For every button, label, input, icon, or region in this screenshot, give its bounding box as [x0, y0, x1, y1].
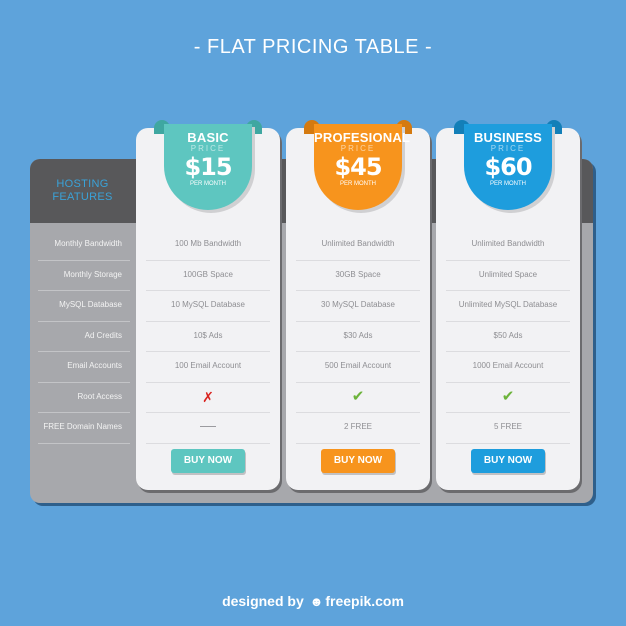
feature-value: 1000 Email Account [446, 352, 570, 383]
feature-value: $30 Ads [296, 322, 420, 352]
feature-label: Email Accounts [38, 352, 130, 383]
feature-label: Monthly Bandwidth [38, 230, 130, 261]
ribbon-body: BASIC PRICE $15 PER MONTH [164, 124, 252, 210]
features-heading-line1: HOSTING [56, 178, 109, 190]
feature-value: $50 Ads [446, 322, 570, 352]
domains-value: 2 FREE [296, 413, 420, 444]
root-access-value: ✗ [146, 383, 270, 413]
plan-price: $60 [484, 153, 532, 181]
buy-now-button[interactable]: BUY NOW [171, 449, 245, 473]
root-access-value: ✔ [446, 383, 570, 413]
feature-value: 100GB Space [146, 261, 270, 291]
feature-label: Monthly Storage [38, 261, 130, 291]
price-label: PRICE [490, 144, 526, 153]
footer-credit: designed by ☻ freepik.com [0, 593, 626, 609]
plan-name: BASIC [187, 130, 229, 145]
freepik-logo-icon: ☻ [309, 594, 324, 609]
price-label: PRICE [190, 144, 226, 153]
price-label: PRICE [340, 144, 376, 153]
feature-value: Unlimited Bandwidth [446, 230, 570, 261]
feature-value: 100 Email Account [146, 352, 270, 383]
features-heading: HOSTING FEATURES [30, 178, 135, 204]
plan-card-business: BUSINESS PRICE $60 PER MONTH Unlimited B… [436, 120, 580, 490]
price-ribbon: BUSINESS PRICE $60 PER MONTH [454, 120, 562, 218]
check-icon: ✔ [501, 387, 515, 405]
feature-value: 100 Mb Bandwidth [146, 230, 270, 261]
price-period: PER MONTH [340, 181, 376, 187]
plan-card-basic: BASIC PRICE $15 PER MONTH 100 Mb Bandwid… [136, 120, 280, 490]
root-access-value: ✔ [296, 383, 420, 413]
feature-value: 30 MySQL Database [296, 291, 420, 322]
feature-value: Unlimited MySQL Database [446, 291, 570, 322]
buy-now-button[interactable]: BUY NOW [471, 449, 545, 473]
domains-value [146, 413, 270, 444]
plan-price: $45 [334, 153, 382, 181]
feature-value: 30GB Space [296, 261, 420, 291]
page-title: - FLAT PRICING TABLE - [193, 36, 433, 58]
feature-value: 10$ Ads [146, 322, 270, 352]
price-ribbon: PROFESIONAL PRICE $45 PER MONTH [304, 120, 412, 218]
check-icon: ✔ [351, 387, 365, 405]
dash-icon [200, 426, 216, 428]
price-period: PER MONTH [190, 181, 226, 187]
plan-name: PROFESIONAL [314, 130, 411, 145]
plan-features: Unlimited Bandwidth Unlimited Space Unlimi… [446, 230, 570, 444]
feature-value: Unlimited Space [446, 261, 570, 291]
feature-value: Unlimited Bandwidth [296, 230, 420, 261]
plan-features: 100 Mb Bandwidth 100GB Space 10 MySQL Data… [146, 230, 270, 444]
feature-value: 10 MySQL Database [146, 291, 270, 322]
feature-value: 500 Email Account [296, 352, 420, 383]
feature-label: MySQL Database [38, 291, 130, 322]
ribbon-body: BUSINESS PRICE $60 PER MONTH [464, 124, 552, 210]
domains-value: 5 FREE [446, 413, 570, 444]
footer-brand[interactable]: freepik.com [325, 593, 404, 609]
ribbon-body: PROFESIONAL PRICE $45 PER MONTH [314, 124, 411, 210]
feature-label: Root Access [38, 383, 130, 413]
features-list: Monthly Bandwidth Monthly Storage MySQL … [38, 230, 130, 444]
feature-label: FREE Domain Names [38, 413, 130, 444]
buy-now-button[interactable]: BUY NOW [321, 449, 395, 473]
footer-prefix: designed by [222, 593, 304, 609]
price-ribbon: BASIC PRICE $15 PER MONTH [154, 120, 262, 218]
plan-name: BUSINESS [473, 130, 543, 145]
price-period: PER MONTH [490, 181, 526, 187]
plan-price: $15 [184, 153, 232, 181]
features-heading-line2: FEATURES [52, 191, 113, 203]
x-icon: ✗ [202, 388, 214, 405]
feature-label: Ad Credits [38, 322, 130, 352]
plan-card-profesional: PROFESIONAL PRICE $45 PER MONTH Unlimite… [286, 120, 430, 490]
plan-features: Unlimited Bandwidth 30GB Space 30 MySQL Da… [296, 230, 420, 444]
